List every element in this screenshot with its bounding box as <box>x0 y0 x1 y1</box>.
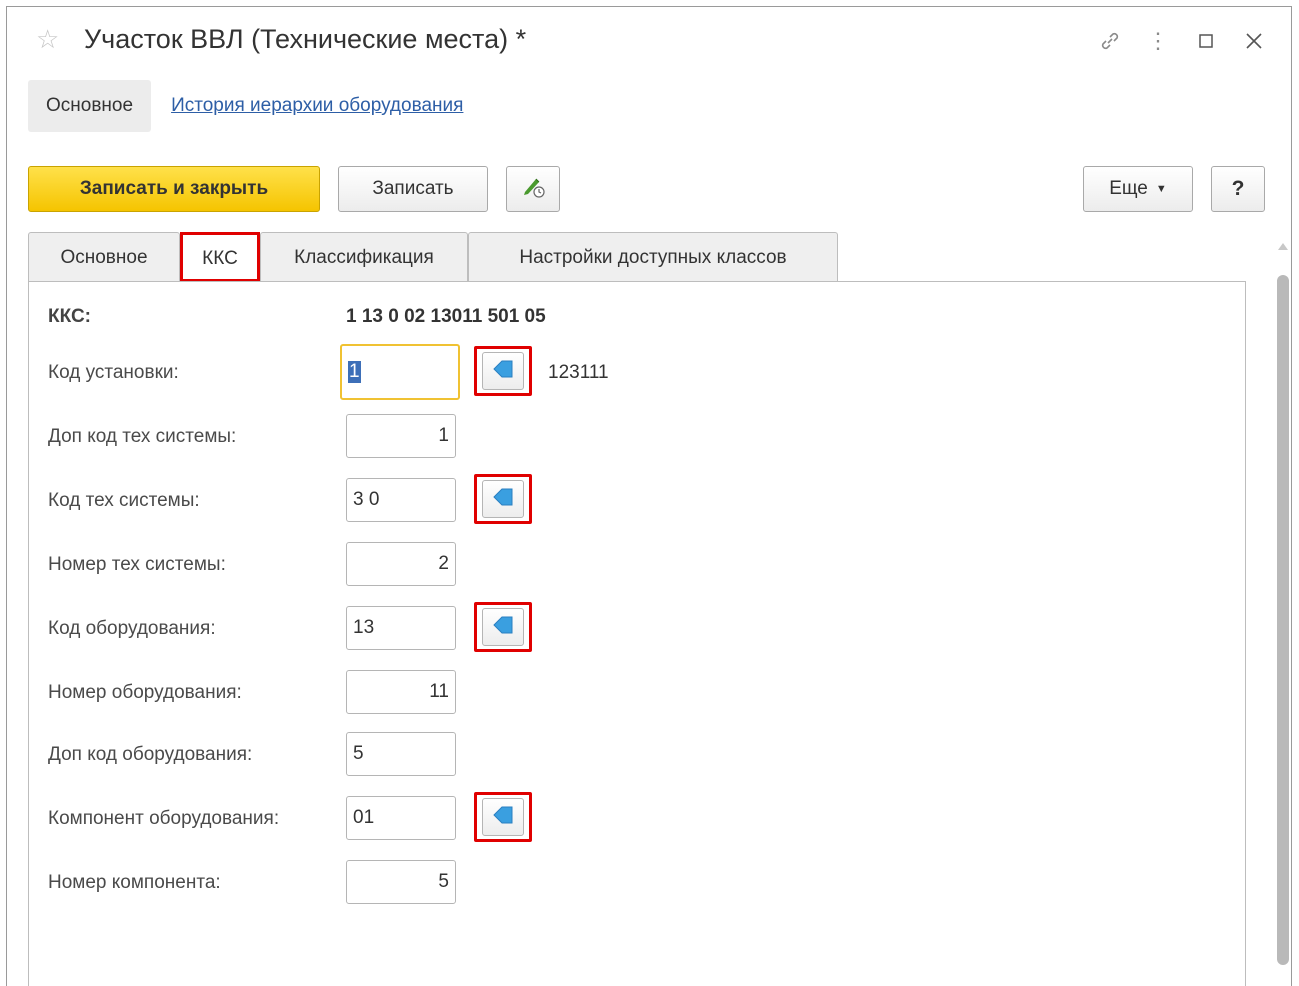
tab-main[interactable]: Основное <box>28 232 180 282</box>
equipment-component-value: 01 <box>353 807 375 828</box>
section-history-link[interactable]: История иерархии оборудования <box>171 95 463 117</box>
arrow-left-icon <box>493 360 513 383</box>
scroll-thumb[interactable] <box>1277 275 1289 965</box>
window-controls: ⋮ <box>1086 24 1278 58</box>
tab-main-label: Основное <box>60 246 148 268</box>
label-equipment-number: Номер оборудования: <box>48 682 242 703</box>
extra-tech-system-code-value: 1 <box>438 425 449 446</box>
tab-class-settings[interactable]: Настройки доступных классов <box>468 232 838 282</box>
install-code-field[interactable]: 1 <box>340 344 460 400</box>
label-equipment-code: Код оборудования: <box>48 618 216 639</box>
title-bar: ☆ Участок ВВЛ (Технические места) * ⋮ <box>6 6 1292 76</box>
label-tech-system-number: Номер тех системы: <box>48 554 226 575</box>
extra-tech-system-code-field[interactable]: 1 <box>346 414 456 458</box>
close-icon[interactable] <box>1230 24 1278 58</box>
extra-equipment-code-field[interactable]: 5 <box>346 732 456 776</box>
tab-class-settings-label: Настройки доступных классов <box>519 246 787 268</box>
vertical-scrollbar[interactable] <box>1271 237 1293 980</box>
equipment-component-select-button[interactable] <box>474 792 532 842</box>
star-icon[interactable]: ☆ <box>36 26 59 52</box>
edit-history-button[interactable] <box>506 166 560 212</box>
arrow-left-icon <box>493 806 513 829</box>
tech-system-code-select-button[interactable] <box>474 474 532 524</box>
component-number-value: 5 <box>438 871 449 892</box>
maximize-icon[interactable] <box>1182 24 1230 58</box>
install-code-value: 1 <box>348 361 361 383</box>
equipment-code-select-button[interactable] <box>474 602 532 652</box>
equipment-number-value: 11 <box>429 681 449 702</box>
scroll-up-icon[interactable] <box>1278 243 1288 250</box>
kks-label: ККС: <box>48 306 91 327</box>
equipment-component-field[interactable]: 01 <box>346 796 456 840</box>
tech-system-number-value: 2 <box>438 553 449 574</box>
tech-system-code-field[interactable]: 3 0 <box>346 478 456 522</box>
more-button[interactable]: Еще ▼ <box>1083 166 1193 212</box>
arrow-left-icon <box>493 616 513 639</box>
kks-value: 1 13 0 02 13011 501 05 <box>346 306 546 327</box>
help-button[interactable]: ? <box>1211 166 1265 212</box>
install-code-description: 123111 <box>548 362 609 383</box>
label-component-number: Номер компонента: <box>48 872 221 893</box>
label-extra-tech-system-code: Доп код тех системы: <box>48 426 237 447</box>
label-install-code: Код установки: <box>48 362 179 383</box>
tab-kks[interactable]: ККС <box>180 232 260 284</box>
tech-system-number-field[interactable]: 2 <box>346 542 456 586</box>
label-tech-system-code: Код тех системы: <box>48 490 200 511</box>
chevron-down-icon: ▼ <box>1155 183 1167 195</box>
command-bar: Записать и закрыть Записать Еще ▼ ? <box>28 166 1268 216</box>
section-main[interactable]: Основное <box>28 80 152 132</box>
equipment-number-field[interactable]: 11 <box>346 670 456 714</box>
install-code-select-button[interactable] <box>474 346 532 396</box>
window-title: Участок ВВЛ (Технические места) * <box>84 24 527 54</box>
pen-clock-icon <box>520 173 546 205</box>
label-equipment-component: Компонент оборудования: <box>48 808 280 829</box>
save-and-close-button[interactable]: Записать и закрыть <box>28 166 320 212</box>
more-icon[interactable]: ⋮ <box>1134 24 1182 58</box>
tech-system-code-value: 3 0 <box>353 489 380 510</box>
label-extra-equipment-code: Доп код оборудования: <box>48 744 253 765</box>
tab-classification-label: Классификация <box>294 246 434 268</box>
equipment-code-value: 13 <box>353 617 375 638</box>
component-number-field[interactable]: 5 <box>346 860 456 904</box>
save-button[interactable]: Записать <box>338 166 488 212</box>
more-button-label: Еще <box>1109 178 1148 199</box>
link-icon[interactable] <box>1086 24 1134 58</box>
section-nav: Основное История иерархии оборудования <box>28 80 463 132</box>
arrow-left-icon <box>493 488 513 511</box>
extra-equipment-code-value: 5 <box>353 743 364 764</box>
tab-kks-label: ККС <box>202 247 238 269</box>
tab-classification[interactable]: Классификация <box>260 232 468 282</box>
equipment-code-field[interactable]: 13 <box>346 606 456 650</box>
